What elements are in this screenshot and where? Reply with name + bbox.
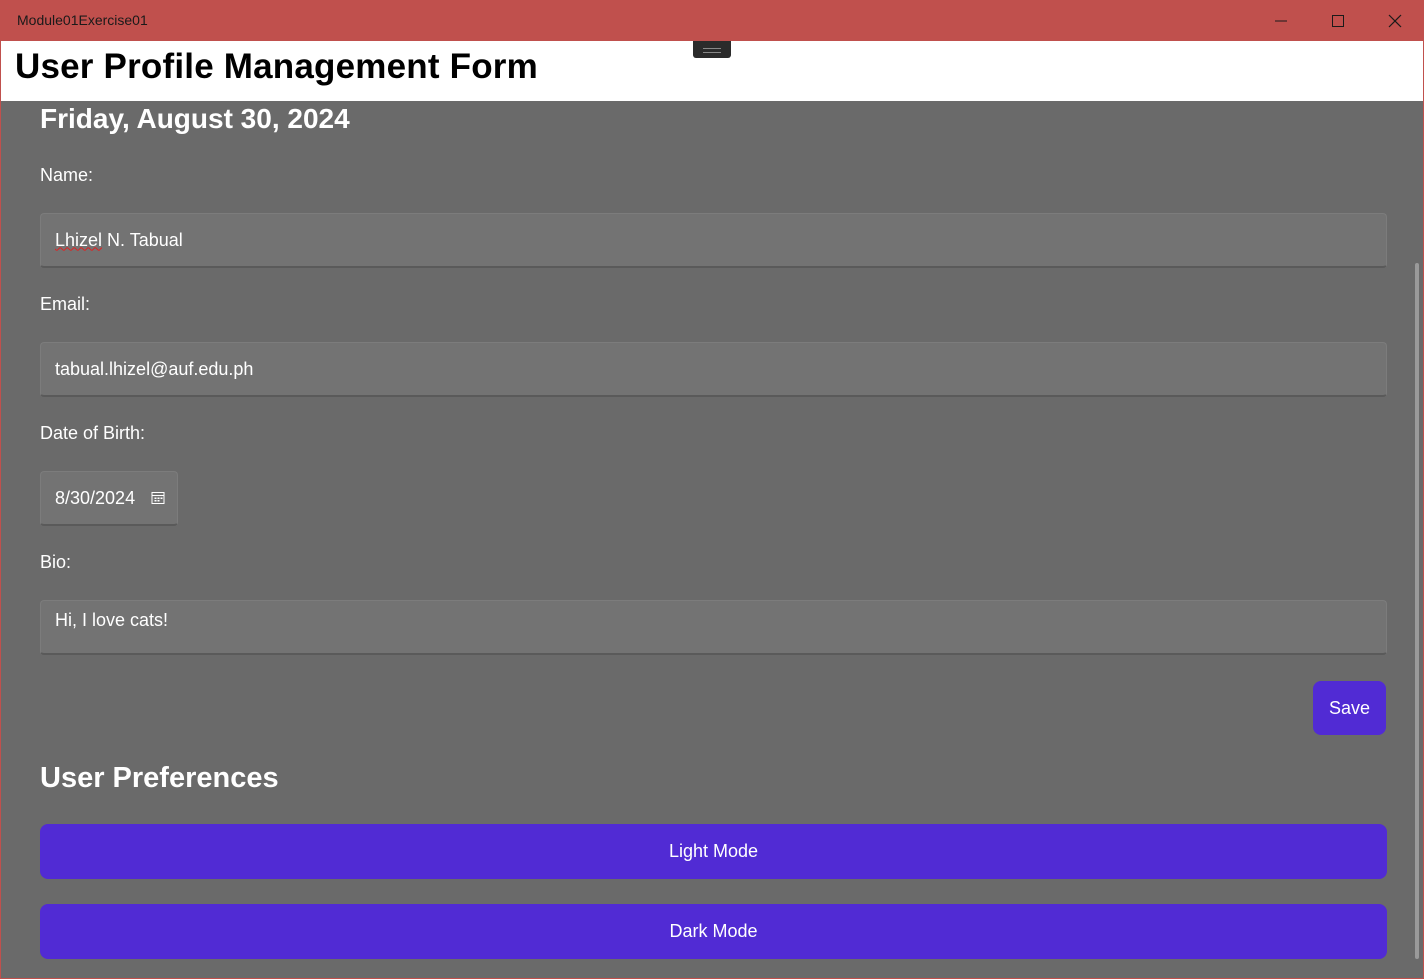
close-icon	[1388, 14, 1402, 28]
name-value-first: Lhizel	[55, 229, 103, 250]
date-heading: Friday, August 30, 2024	[40, 103, 350, 134]
email-field[interactable]: tabual.lhizel@auf.edu.ph	[40, 342, 1387, 397]
calendar-icon[interactable]	[151, 491, 165, 505]
maximize-icon	[1332, 15, 1344, 27]
save-button[interactable]: Save	[1313, 681, 1386, 735]
dob-value: 8/30/2024	[55, 487, 136, 508]
window-title: Module01Exercise01	[17, 12, 148, 28]
light-mode-button[interactable]: Light Mode	[40, 824, 1387, 879]
vertical-scrollbar[interactable]	[1415, 263, 1419, 959]
close-button[interactable]	[1372, 1, 1418, 41]
minimize-icon	[1275, 20, 1287, 22]
bio-textarea[interactable]: Hi, I love cats!	[40, 600, 1387, 655]
bio-value: Hi, I love cats!	[55, 610, 169, 630]
app-window: Module01Exercise01 User Profile Manageme…	[0, 0, 1424, 979]
minimize-button[interactable]	[1258, 1, 1304, 41]
name-field[interactable]: Lhizel N. Tabual	[40, 213, 1387, 268]
maximize-button[interactable]	[1315, 1, 1361, 41]
preferences-title: User Preferences	[40, 762, 279, 794]
title-bar[interactable]: Module01Exercise01	[1, 1, 1423, 41]
dark-mode-button[interactable]: Dark Mode	[40, 904, 1387, 959]
drag-handle[interactable]	[693, 41, 731, 58]
name-label: Name:	[40, 165, 94, 185]
page-title: User Profile Management Form	[15, 47, 538, 86]
email-label: Email:	[40, 294, 91, 314]
dob-label: Date of Birth:	[40, 423, 146, 443]
email-value: tabual.lhizel@auf.edu.ph	[55, 358, 254, 379]
bio-label: Bio:	[40, 552, 72, 572]
name-value-rest: N. Tabual	[102, 229, 183, 250]
form-content: Friday, August 30, 2024 Name: Lhizel N. …	[1, 101, 1423, 978]
dob-date-picker[interactable]: 8/30/2024	[40, 471, 178, 526]
